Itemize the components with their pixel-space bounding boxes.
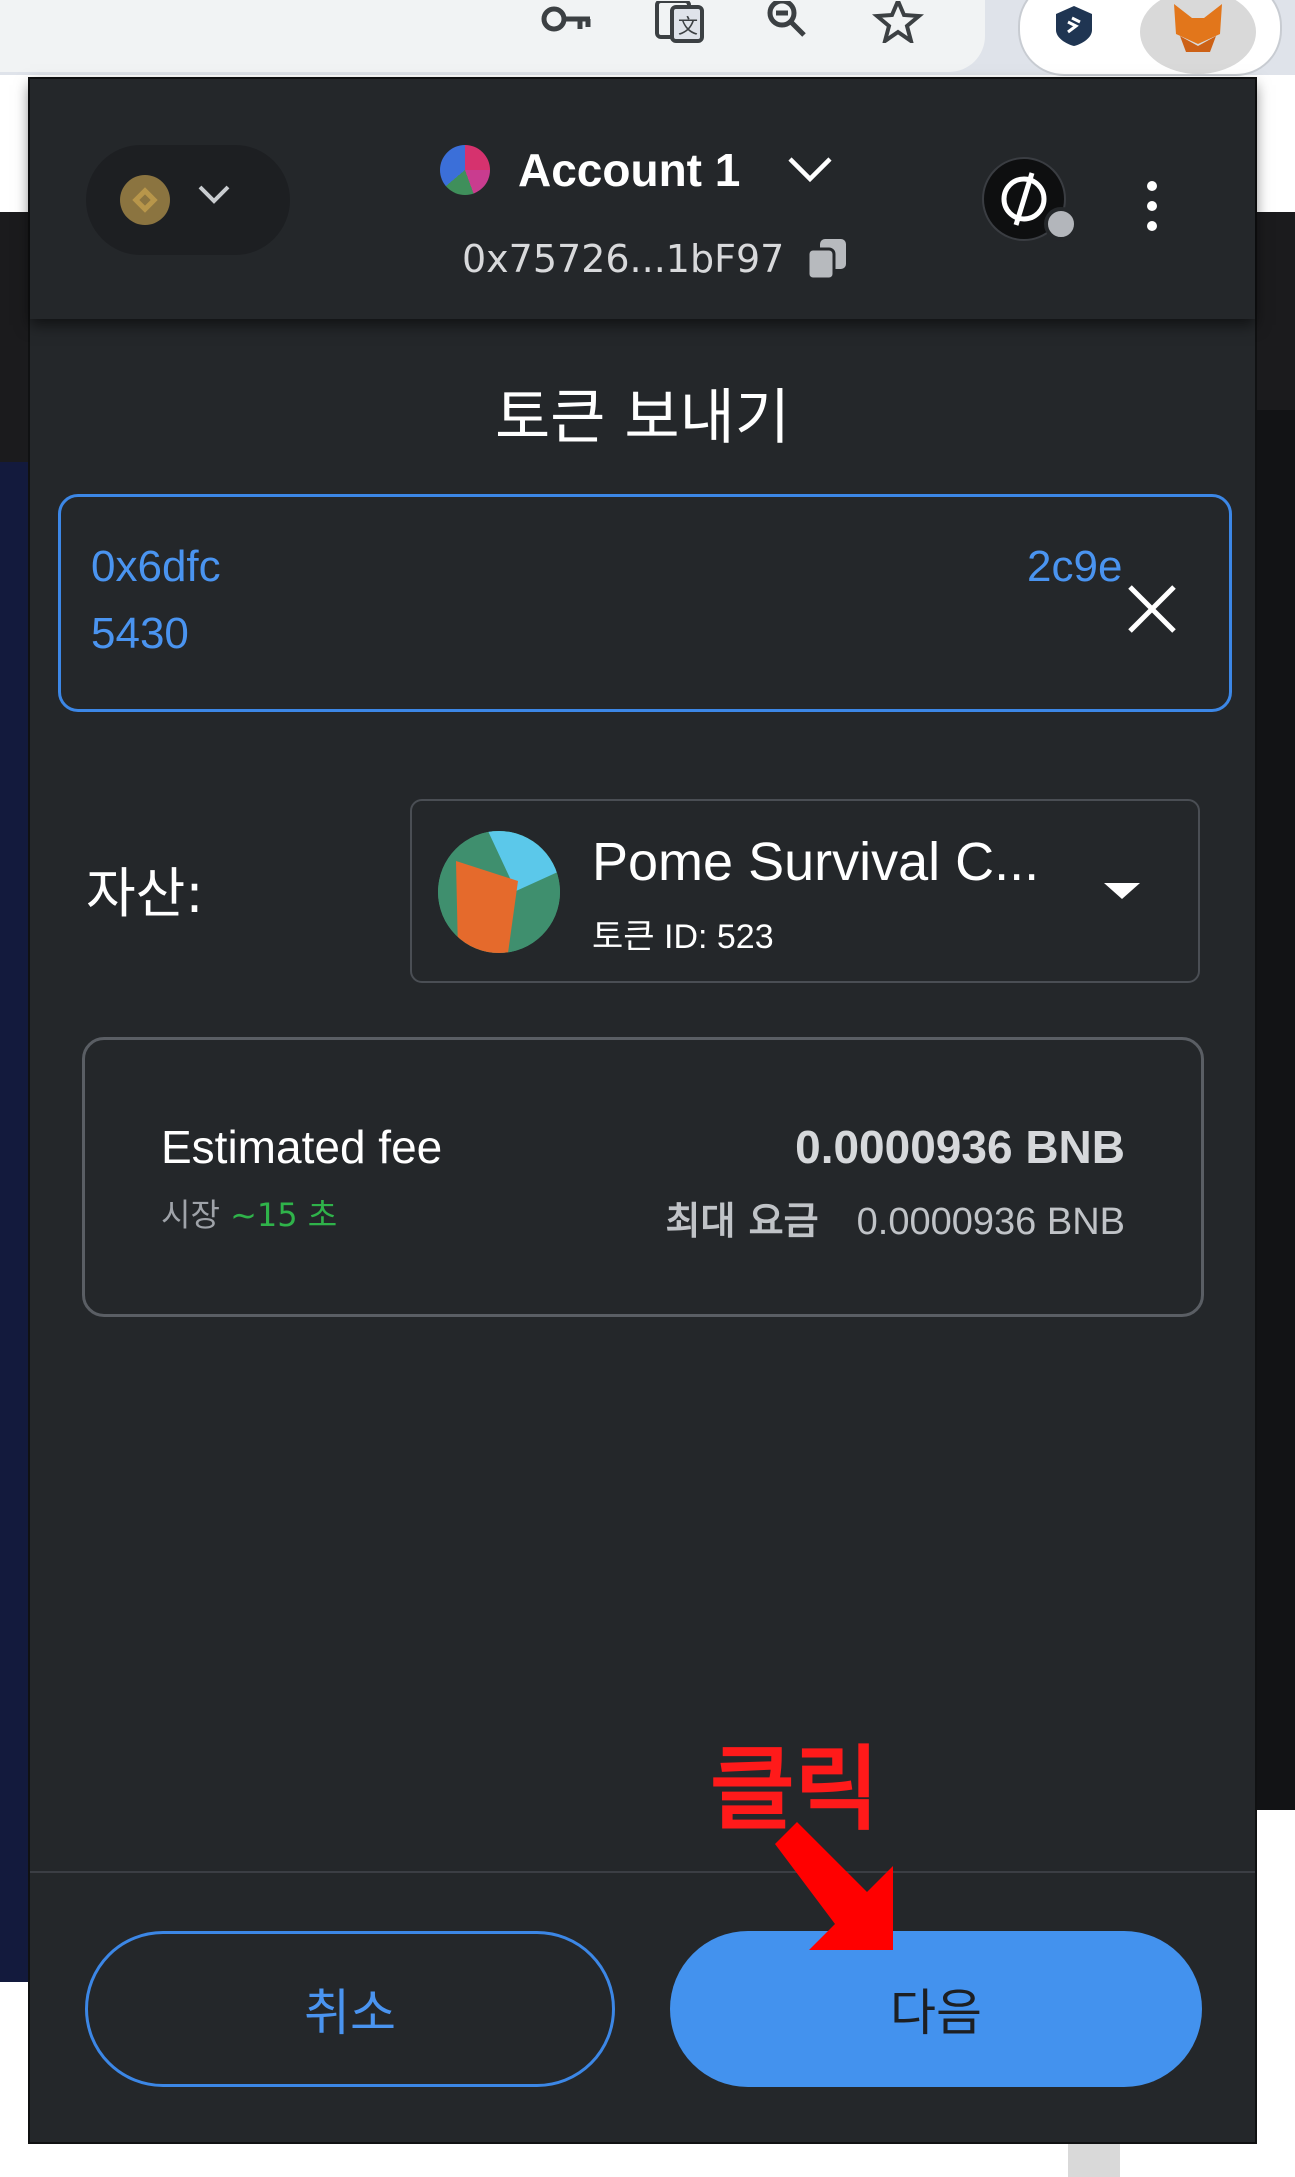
translate-icon[interactable]: 文 [652,0,708,44]
extension-shield-icon[interactable] [1052,4,1096,48]
page-title: 토큰 보내기 [494,383,791,453]
chevron-down-icon [788,157,832,183]
nft-thumbnail [438,831,560,953]
page-background-left [0,462,28,1982]
metamask-popup: Account 1 0x75726...1bF97 토큰 보내기 0x6dfc … [28,77,1257,2144]
more-options-icon[interactable] [1136,179,1166,239]
key-icon[interactable] [538,0,594,44]
extensions-area [1018,0,1282,76]
network-selector[interactable] [86,145,290,255]
account-selector[interactable]: Account 1 [440,135,834,205]
recipient-address-start: 0x6dfc [91,542,221,591]
account-avatar [440,145,490,195]
popup-header: Account 1 0x75726...1bF97 [30,79,1255,319]
asset-label: 자산: [86,862,204,925]
asset-token-id: 토큰 ID: 523 [592,918,774,956]
asset-selector[interactable]: Pome Survival C... 토큰 ID: 523 [410,799,1200,983]
copy-icon[interactable] [806,237,850,281]
fee-time: ~15 초 [230,1196,338,1234]
bnb-chain-icon [120,175,170,225]
cancel-button[interactable]: 취소 [85,1931,615,2087]
fee-speed-label: 시장 [161,1196,220,1234]
recipient-address-line2: 5430 [91,609,189,658]
recipient-address-end: 2c9e [1027,542,1123,591]
bookmark-star-icon[interactable] [870,0,926,44]
fee-value: 0.0000936 BNB [795,1121,1125,1173]
page-background-right [1254,410,1295,1810]
asset-name: Pome Survival C... [592,832,1040,892]
close-icon[interactable] [1124,581,1180,637]
svg-text:文: 文 [678,15,698,38]
recipient-address-field[interactable]: 0x6dfc 2c9e 5430 [58,494,1232,712]
caret-down-icon [1104,883,1140,899]
pointer-arrow-icon [775,1822,893,1950]
max-fee-label: 최대 요금 [665,1199,819,1243]
omnibox[interactable] [0,0,985,72]
fee-speed: 시장 ~15 초 [161,1190,337,1236]
connection-status-dot [1044,207,1078,241]
browser-toolbar: 文 [0,0,1295,76]
account-address: 0x75726...1bF97 [462,237,785,281]
account-address-row[interactable]: 0x75726...1bF97 [462,229,850,289]
footer-divider [30,1871,1255,1873]
estimated-fee-card[interactable]: Estimated fee 시장 ~15 초 0.0000936 BNB 최대 … [82,1037,1204,1317]
account-name: Account 1 [518,144,741,196]
zoom-icon[interactable] [762,0,818,44]
fee-label: Estimated fee [161,1121,443,1173]
max-fee-row: 최대 요금 0.0000936 BNB [666,1190,1126,1245]
chevron-down-icon [198,185,230,204]
metamask-fox-icon[interactable] [1140,0,1256,74]
max-fee-value: 0.0000936 BNB [856,1201,1125,1243]
next-button[interactable]: 다음 [670,1931,1202,2087]
